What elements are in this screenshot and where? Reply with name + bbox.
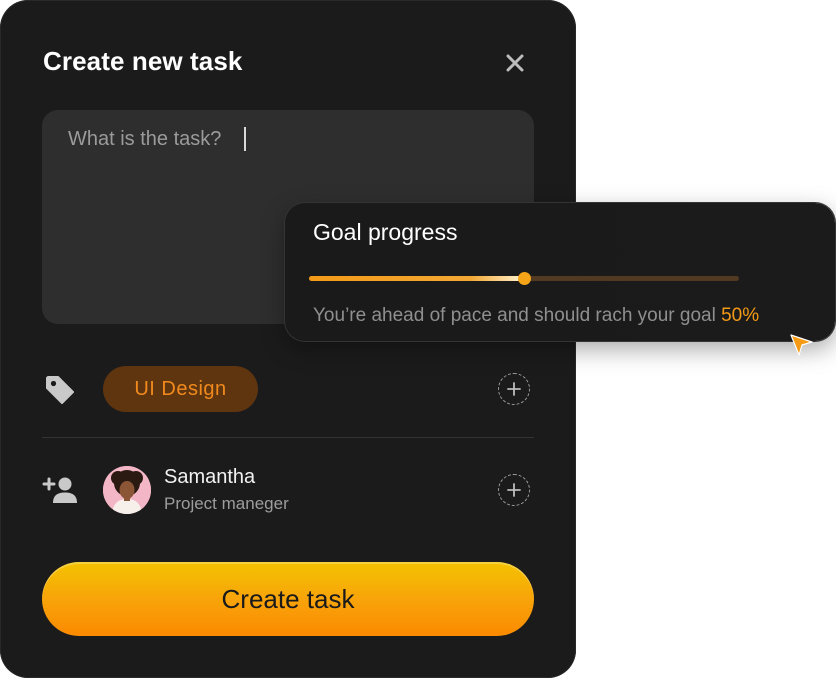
modal-title: Create new task [43,46,243,76]
plus-icon [507,483,521,497]
assignee-name: Samantha [164,466,256,488]
create-task-button[interactable]: Create task [42,562,534,636]
plus-icon [507,382,521,396]
progress-description-text: You’re ahead of pace and should rach you… [313,305,716,326]
popup-title: Goal progress [313,219,458,245]
progress-thumb[interactable] [518,272,531,285]
tag-icon [44,374,76,406]
add-assignee-button[interactable] [498,474,530,506]
progress-track[interactable] [309,272,739,285]
progress-fill [309,276,524,281]
progress-percent: 50% [721,305,760,326]
close-icon [506,54,524,72]
progress-description: You’re ahead of pace and should rach you… [313,305,759,327]
add-user-icon [42,476,78,504]
avatar [103,466,151,514]
goal-progress-popup: Goal progress You’re ahead of pace and s… [285,203,835,341]
assignee-role: Project maneger [164,494,289,513]
pointer-cursor-icon [790,334,813,356]
tag-chip-ui-design[interactable]: UI Design [103,366,258,412]
text-caret [244,127,246,151]
add-tag-button[interactable] [498,373,530,405]
close-button[interactable] [500,48,530,78]
divider [42,437,534,438]
